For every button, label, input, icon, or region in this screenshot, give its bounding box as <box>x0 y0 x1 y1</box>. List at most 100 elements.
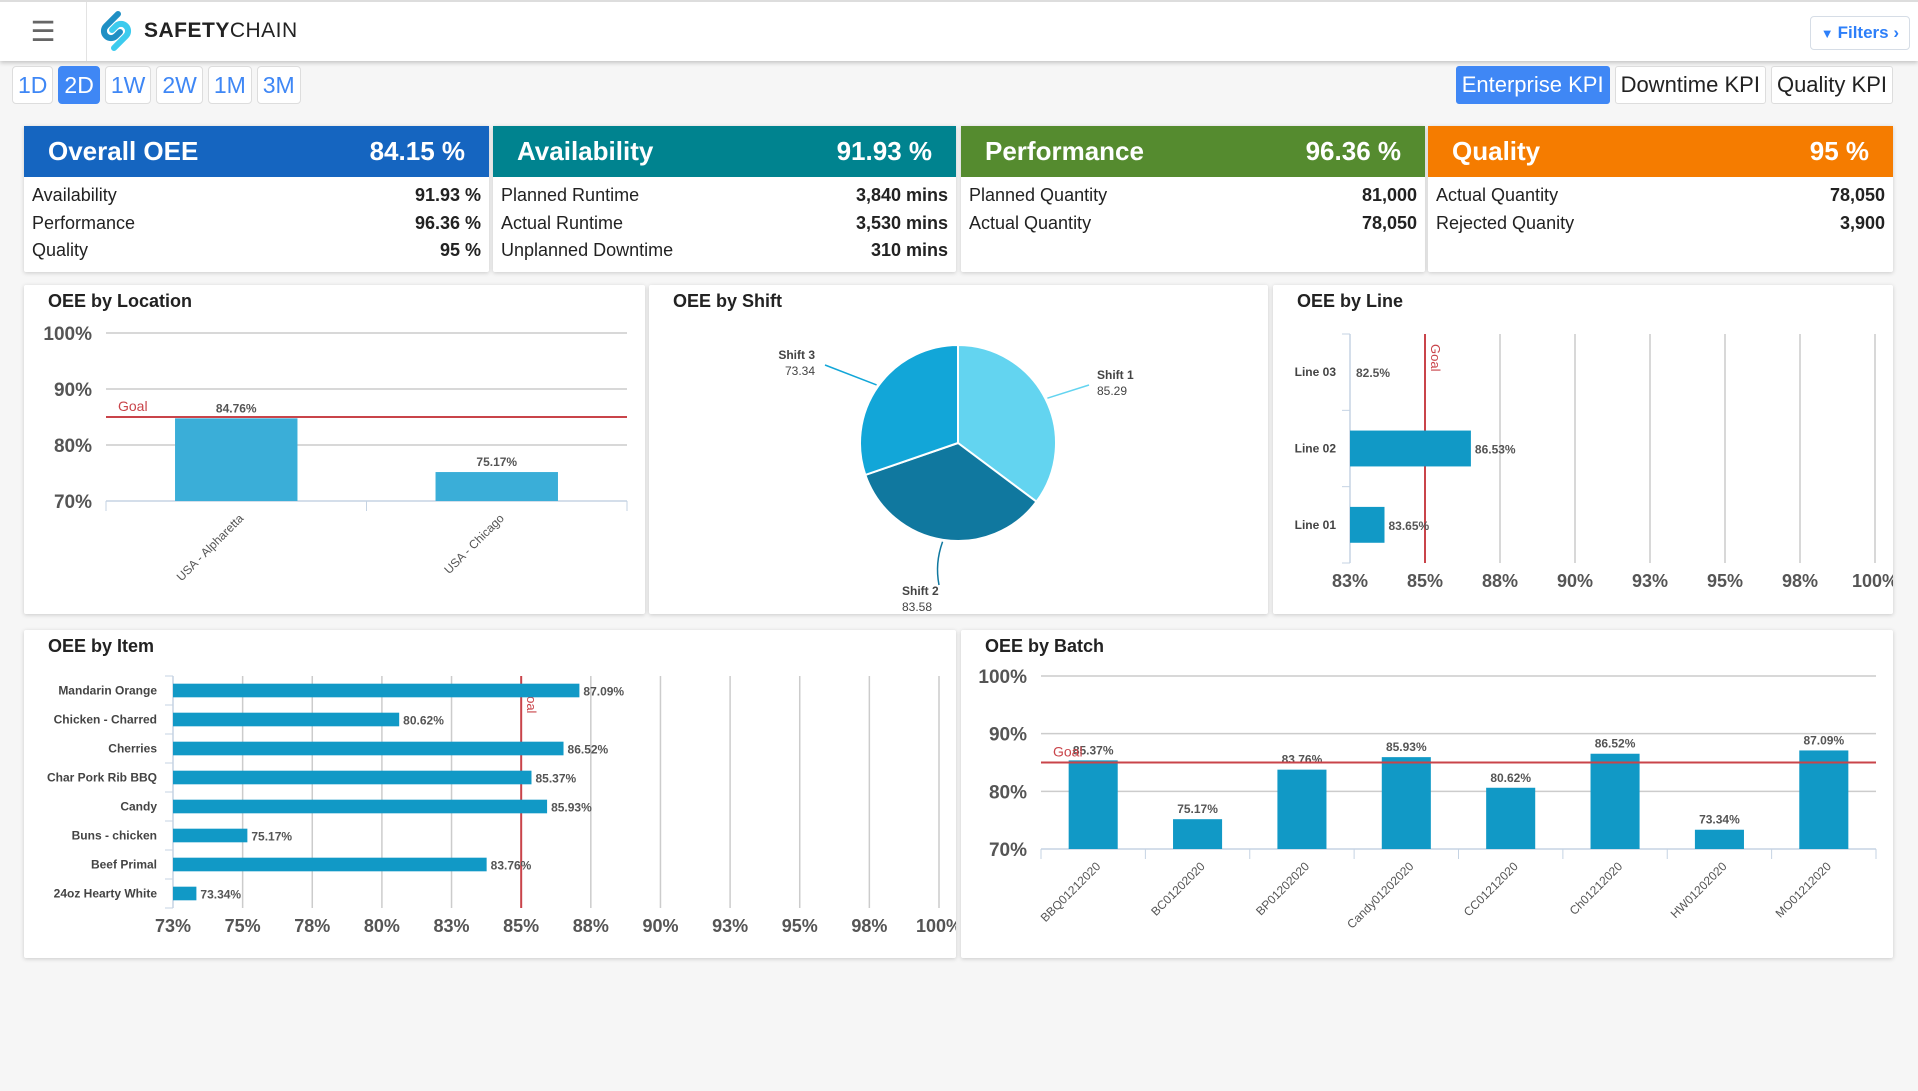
kpi-row-label: Planned Quantity <box>969 185 1108 206</box>
filters-button[interactable]: ▼ Filters › <box>1809 16 1910 50</box>
slice-label: Shift 1 <box>1097 368 1134 382</box>
slice-value: 85.29 <box>1097 384 1127 398</box>
data-label: 75.17% <box>1177 802 1218 816</box>
kpi-header: Availability 91.93 % <box>493 126 956 177</box>
y-tick-label: Cherries <box>108 742 157 756</box>
safetychain-logo-icon <box>100 11 132 51</box>
bar <box>1350 430 1471 467</box>
kpi-row-label: Unplanned Downtime <box>501 240 674 261</box>
chart-card-oee-by-shift: OEE by Shift Shift 1 85.29 Shift 2 83.58 Shif… <box>649 285 1268 614</box>
kpi-card-overall-oee: Overall OEE 84.15 % Availability 91.93 % Per… <box>24 126 489 272</box>
x-tick-label: 98% <box>1782 571 1818 591</box>
chart-card-oee-by-item: OEE by Item 73% 75% 78% 80% 83% 85% 88% 90% 93% 95… <box>24 630 962 958</box>
top-bar: ☰ SAFETYCHAIN ▼ Filters › <box>0 0 1918 61</box>
logo: SAFETYCHAIN <box>96 10 298 52</box>
kpi-row: Performance 96.36 % <box>24 210 489 238</box>
x-tick-label: 78% <box>294 916 330 936</box>
kpi-row-value: 95 % <box>439 240 481 261</box>
data-label: 87.09% <box>1803 733 1844 747</box>
tab-enterprise-kpi[interactable]: Enterprise KPI <box>1455 66 1610 104</box>
kpi-row-label: Actual Quantity <box>969 212 1092 233</box>
chart-title: OEE by Item <box>48 636 155 656</box>
bar <box>1381 757 1431 849</box>
y-tick-label: 100% <box>978 667 1027 688</box>
data-label: 80.62% <box>403 714 444 728</box>
kpi-row-value: 91.93 % <box>414 185 481 206</box>
y-tick-label: Chicken - Charred <box>54 713 157 727</box>
kpi-header: Performance 96.36 % <box>961 126 1425 177</box>
y-tick-label: Char Pork Rib BBQ <box>47 771 157 785</box>
x-tick-label: 88% <box>573 916 609 936</box>
data-label: 82.5% <box>1356 366 1390 380</box>
bar <box>1694 829 1744 849</box>
x-tick-label: 100% <box>916 916 956 936</box>
range-1M[interactable]: 1M <box>207 66 252 104</box>
x-tick-label: 83% <box>1332 571 1368 591</box>
brand-name: SAFETYCHAIN <box>144 19 298 42</box>
data-label: 84.76% <box>216 401 257 415</box>
kpi-row-label: Rejected Quanity <box>1436 212 1575 233</box>
chart-card-oee-by-location: OEE by Location 70% 80% 90% 100% 84.76% USA - … <box>24 285 645 614</box>
kpi-value: 96.36 % <box>1305 136 1401 166</box>
y-tick-label: 100% <box>43 324 92 345</box>
kpi-row-value: 310 mins <box>870 240 948 261</box>
funnel-icon: ▼ <box>1820 25 1834 41</box>
chart-title: OEE by Location <box>48 291 193 311</box>
x-tick-label: 90% <box>1557 571 1593 591</box>
bar <box>173 828 248 843</box>
y-tick-label: Line 02 <box>1295 442 1337 456</box>
data-label: 75.17% <box>476 455 517 469</box>
kpi-row-value: 81,000 <box>1361 185 1417 206</box>
kpi-row-value: 78,050 <box>1361 212 1417 233</box>
kpi-row-value: 3,900 <box>1839 212 1885 233</box>
data-label: 86.52% <box>1595 737 1636 751</box>
kpi-value: 95 % <box>1809 136 1869 166</box>
tab-quality-kpi[interactable]: Quality KPI <box>1770 66 1893 104</box>
y-tick-label: 80% <box>54 436 92 457</box>
bar <box>173 741 564 756</box>
x-tick-label: 93% <box>1632 571 1668 591</box>
goal-label: Goal <box>1428 344 1443 372</box>
x-tick-label: 98% <box>851 916 887 936</box>
range-3M[interactable]: 3M <box>256 66 301 104</box>
x-tick-label: 95% <box>782 916 818 936</box>
x-tick-label: 95% <box>1707 571 1743 591</box>
leader-line <box>936 541 944 586</box>
kpi-row-value: 3,840 mins <box>855 185 948 206</box>
x-tick-label: MO01212020 <box>1773 859 1835 921</box>
slice-label: Shift 3 <box>778 348 815 362</box>
range-2W[interactable]: 2W <box>156 66 203 104</box>
x-tick-label: 73% <box>155 916 191 936</box>
range-1W[interactable]: 1W <box>104 66 152 104</box>
goal-label: Goal <box>118 398 148 414</box>
y-tick-label: Mandarin Orange <box>58 684 157 698</box>
data-label: 86.53% <box>1475 443 1516 457</box>
bar <box>1068 760 1118 849</box>
time-range-selector: 1D 2D 1W 2W 1M 3M <box>12 66 301 104</box>
range-2D[interactable]: 2D <box>58 66 100 104</box>
bar <box>173 683 580 698</box>
x-tick-label: 90% <box>642 916 678 936</box>
hamburger-icon[interactable]: ☰ <box>0 2 87 61</box>
kpi-tabs: Enterprise KPI Downtime KPI Quality KPI <box>1455 66 1893 104</box>
chart-title: OEE by Batch <box>985 636 1105 656</box>
chart-card-oee-by-batch: OEE by Batch 70% 80% 90% 100% 85.37% BBQ012120… <box>961 630 1893 958</box>
y-tick-label: Line 03 <box>1295 365 1337 379</box>
y-tick-label: 90% <box>989 725 1027 746</box>
kpi-row: Rejected Quanity 3,900 <box>1428 210 1893 238</box>
kpi-row: Actual Runtime 3,530 mins <box>493 210 956 238</box>
x-tick-label: CC01212020 <box>1461 859 1521 919</box>
x-tick-label: BC01202020 <box>1148 859 1208 919</box>
chart-title: OEE by Line <box>1297 291 1404 311</box>
data-label: 83.65% <box>1389 519 1430 533</box>
kpi-row-label: Actual Quantity <box>1436 185 1559 206</box>
bar <box>1277 769 1327 849</box>
tab-downtime-kpi[interactable]: Downtime KPI <box>1614 66 1766 104</box>
kpi-card-availability: Availability 91.93 % Planned Runtime 3,840 … <box>493 126 956 272</box>
x-tick-label: 83% <box>434 916 470 936</box>
range-1D[interactable]: 1D <box>12 66 54 104</box>
x-tick-label: Candy01202020 <box>1344 859 1416 931</box>
kpi-row: Availability 91.93 % <box>24 182 489 210</box>
data-label: 85.93% <box>551 801 592 815</box>
y-tick-label: 70% <box>54 492 92 513</box>
